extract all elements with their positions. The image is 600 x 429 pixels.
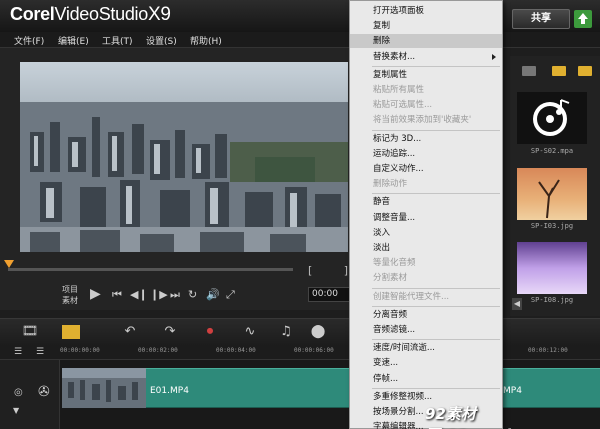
tree-image (538, 179, 560, 219)
video-filter-icon[interactable] (552, 66, 566, 76)
end-icon[interactable]: ⏭ (170, 288, 180, 302)
context-menu-item[interactable]: 打开选项面板 (350, 4, 502, 18)
context-menu-item[interactable]: 变速... (350, 356, 502, 370)
context-menu-item[interactable]: 速度/时间流逝... (350, 341, 502, 355)
context-menu-item[interactable]: 替换素材... (350, 50, 502, 64)
library-thumb-label: SP-I08.jpg (530, 296, 574, 304)
context-menu-item[interactable]: 复制 (350, 19, 502, 33)
menu-help[interactable]: 帮助(H) (190, 34, 222, 47)
timeline-view-icon[interactable] (62, 325, 80, 339)
context-menu-item: 创建智能代理文件... (373, 291, 450, 302)
chevron-down-icon[interactable]: ▼ (13, 406, 19, 415)
context-menu-item[interactable]: 删除 (350, 34, 502, 49)
context-menu: 打开选项面板 复制 删除 替换素材... 复制属性粘贴所有属性 粘贴可选属性... 将当前效… (349, 0, 503, 429)
scrub-handle[interactable] (4, 260, 14, 274)
mode-project[interactable]: 项目 (62, 284, 78, 295)
menu-separator (372, 65, 500, 67)
context-menu-item[interactable]: 自定义动作... (350, 162, 502, 176)
storyboard-view-icon[interactable]: 🎞 (18, 322, 42, 342)
title-bar: CorelVideoStudioX9 共享 (0, 0, 600, 32)
music-note-icon (533, 99, 570, 136)
play-icon[interactable]: ▶ (90, 286, 101, 302)
home-icon[interactable]: ⏮ (112, 288, 122, 302)
enlarge-icon[interactable]: ⤢ (226, 288, 235, 302)
context-menu-item[interactable]: 多重修整视频... (350, 390, 502, 404)
clip-city-image (62, 368, 146, 408)
menu-separator (372, 387, 500, 389)
context-menu-item[interactable]: 停帧... (350, 372, 502, 386)
menu-separator (372, 287, 500, 289)
context-menu-item[interactable]: 复制属性 (350, 68, 502, 82)
context-menu-item[interactable]: 静音 (350, 195, 502, 209)
undo-icon[interactable]: ↶ (118, 322, 142, 342)
motion-tracking-icon[interactable]: ⬤ (306, 322, 330, 342)
context-menu-item[interactable]: 分离音频 (350, 308, 502, 322)
add-track-icon[interactable]: ☰ (36, 347, 44, 357)
context-menu-item[interactable]: 标记为 3D... (350, 132, 502, 146)
film-reel-icon: ✇ (38, 384, 50, 400)
library-thumb-tree[interactable] (517, 168, 587, 220)
library-thumb-audio[interactable] (517, 92, 587, 144)
timecode-display[interactable]: 00:00 (308, 287, 350, 302)
share-tab-button[interactable]: 共享 (512, 9, 570, 29)
repeat-icon[interactable]: ↻ (188, 288, 197, 301)
upload-icon[interactable] (574, 10, 592, 28)
library-thumb-label: SP-S02.mpa (530, 147, 574, 155)
timeline-toolbar (0, 318, 600, 346)
context-menu-item[interactable]: 运动追踪... (350, 147, 502, 161)
context-menu-item: 分割素材 (373, 273, 408, 284)
library-thumb-pattern[interactable] (517, 242, 587, 294)
city-aerial-image (20, 62, 348, 252)
prev-frame-icon[interactable]: ◀❙ (130, 288, 148, 301)
video-preview[interactable] (20, 62, 348, 252)
menu-separator (372, 305, 500, 307)
context-menu-item: 将当前效果添加到'收藏夹' (373, 115, 472, 126)
clip-label-2: MP4 (503, 386, 522, 396)
menu-tools[interactable]: 工具(T) (102, 34, 133, 47)
library-thumb-label: SP-I03.jpg (530, 222, 574, 230)
next-frame-icon[interactable]: ❙▶ (150, 288, 168, 301)
track-manager-icon[interactable]: ☰ (14, 347, 22, 357)
menu-edit[interactable]: 编辑(E) (58, 34, 89, 47)
menu-settings[interactable]: 设置(S) (146, 34, 177, 47)
clip-thumbnail (62, 368, 146, 408)
watermark-text: 92素材网-92sucai.com (425, 405, 551, 429)
library-scroll-left[interactable]: ◀ (512, 298, 522, 310)
context-menu-item[interactable]: 调整音量... (350, 211, 502, 225)
context-menu-item: 等量化音频 (373, 258, 416, 269)
redo-icon[interactable]: ↷ (158, 322, 182, 342)
menu-separator (372, 193, 500, 195)
context-menu-item[interactable]: 淡入 (350, 226, 502, 240)
photo-filter-icon[interactable] (578, 66, 592, 76)
sound-mixer-icon[interactable]: ∿ (238, 322, 262, 342)
app-logo: CorelVideoStudioX9 (10, 4, 171, 25)
context-menu-item[interactable]: 音频滤镜... (350, 323, 502, 337)
context-menu-item: 粘贴可选属性... (373, 100, 433, 111)
timeline-ruler[interactable]: 00:00:00:00 00:00:02:00 00:00:04:00 00:0… (0, 346, 600, 360)
menu-bar: 文件(F) 编辑(E) 工具(T) 设置(S) 帮助(H) (0, 32, 600, 48)
submenu-arrow-icon (492, 53, 496, 60)
context-menu-item[interactable]: 淡出 (350, 241, 502, 255)
clip-label: E01.MP4 (150, 386, 189, 396)
video-track-header: ◎ ✇ ▼ (0, 360, 60, 429)
videostudio-window: CorelVideoStudioX9 共享 文件(F) 编辑(E) 工具(T) … (0, 0, 600, 429)
menu-file[interactable]: 文件(F) (14, 34, 44, 47)
volume-icon[interactable]: 🔊 (206, 288, 220, 301)
scrub-bar[interactable] (8, 268, 293, 271)
auto-music-icon[interactable]: ♫ (274, 322, 298, 342)
menu-separator (372, 129, 500, 131)
mode-clip[interactable]: 素材 (62, 295, 78, 306)
track-visibility-icon[interactable]: ◎ (14, 387, 23, 398)
menu-separator (372, 339, 500, 341)
folder-icon[interactable] (522, 66, 536, 76)
record-capture-icon[interactable]: ⏺ (198, 322, 222, 342)
context-menu-item: 粘贴所有属性 (373, 85, 425, 95)
context-menu-item: 删除动作 (373, 179, 408, 190)
